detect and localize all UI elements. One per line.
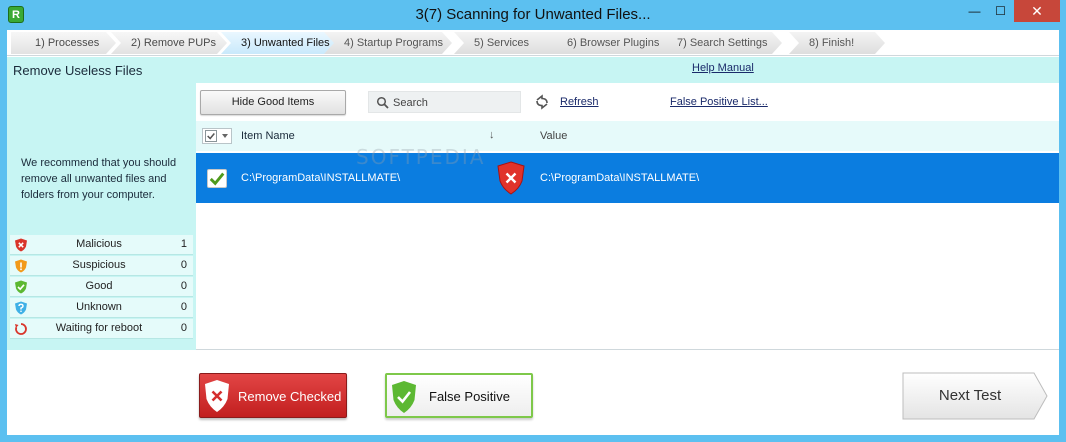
help-manual-link[interactable]: Help Manual [692, 62, 754, 74]
table-row[interactable]: C:\ProgramData\INSTALLMATE\ C:\ProgramDa… [196, 153, 1059, 203]
stat-count: 0 [180, 280, 187, 292]
refresh-link[interactable]: Refresh [560, 96, 599, 108]
column-header-item-name[interactable]: Item Name [241, 130, 295, 142]
wizard-step-search-settings[interactable]: 7) Search Settings [657, 32, 782, 54]
checkbox-box [205, 130, 217, 142]
good-shield-icon [392, 381, 416, 413]
reboot-icon [15, 323, 27, 335]
unknown-shield-icon [15, 301, 27, 315]
stat-label: Good [85, 280, 113, 292]
false-positive-button[interactable]: False Positive [385, 373, 533, 418]
title-bar: R 3(7) Scanning for Unwanted Files... — … [0, 0, 1066, 30]
row-checkbox[interactable] [207, 169, 227, 188]
hide-good-items-button[interactable]: Hide Good Items [200, 90, 346, 115]
wizard-step-finish[interactable]: 8) Finish! [789, 32, 885, 54]
stat-label: Unknown [76, 301, 122, 313]
summary-panel: We recommend that you should remove all … [7, 83, 196, 350]
main-frame: 1) Processes 2) Remove PUPs 3) Unwanted … [7, 30, 1059, 435]
action-bar: Remove Checked False Positive Next Test [7, 351, 1059, 435]
malicious-shield-icon [497, 161, 525, 195]
good-shield-icon [15, 280, 27, 294]
watermark-text: SOFTPEDIA [356, 145, 486, 169]
check-icon [209, 172, 225, 186]
wizard-step-unwanted-files[interactable]: 3) Unwanted Files [221, 32, 339, 54]
recommendation-text: We recommend that you should remove all … [21, 157, 177, 201]
stat-label: Malicious [76, 238, 122, 250]
stat-label: Waiting for reboot [55, 322, 143, 334]
remove-checked-button[interactable]: Remove Checked [199, 373, 347, 418]
next-test-button[interactable]: Next Test [902, 372, 1048, 420]
row-item-name: C:\ProgramData\INSTALLMATE\ [241, 172, 401, 184]
stat-row-good: Good 0 [10, 277, 193, 297]
close-button[interactable]: ✕ [1014, 0, 1060, 22]
wizard-step-remove-pups[interactable]: 2) Remove PUPs [111, 32, 227, 54]
check-icon [207, 133, 215, 140]
table-header: Item Name ↓ Value [196, 121, 1059, 151]
search-box[interactable] [368, 91, 521, 113]
chevron-down-icon[interactable] [222, 134, 228, 138]
malicious-shield-icon [15, 238, 27, 252]
wizard-step-processes[interactable]: 1) Processes [11, 32, 116, 54]
row-value: C:\ProgramData\INSTALLMATE\ [540, 172, 700, 184]
stat-row-waiting-reboot: Waiting for reboot 0 [10, 319, 193, 339]
stat-label: Suspicious [72, 259, 126, 271]
select-all-checkbox[interactable] [202, 128, 232, 144]
search-input[interactable] [393, 94, 517, 111]
malicious-shield-icon [205, 380, 229, 412]
stat-row-malicious: Malicious 1 [10, 235, 193, 255]
false-positive-list-link[interactable]: False Positive List... [670, 96, 768, 108]
refresh-icon[interactable] [534, 94, 550, 110]
search-icon [376, 96, 389, 109]
suspicious-shield-icon [15, 259, 27, 273]
false-positive-label: False Positive [429, 389, 510, 404]
wizard-steps: 1) Processes 2) Remove PUPs 3) Unwanted … [7, 30, 1059, 56]
stat-count: 0 [180, 322, 187, 334]
stat-row-suspicious: Suspicious 0 [10, 256, 193, 276]
next-test-label: Next Test [938, 387, 1002, 404]
sort-arrow-icon[interactable]: ↓ [489, 129, 495, 141]
column-header-value[interactable]: Value [540, 130, 567, 142]
stat-count: 1 [180, 238, 187, 250]
stat-count: 0 [180, 301, 187, 313]
window-title: 3(7) Scanning for Unwanted Files... [415, 6, 651, 23]
stat-row-unknown: Unknown 0 [10, 298, 193, 318]
wizard-step-startup-programs[interactable]: 4) Startup Programs [324, 32, 452, 54]
stat-count: 0 [180, 259, 187, 271]
section-title: Remove Useless Files [13, 63, 143, 78]
remove-checked-label: Remove Checked [238, 389, 342, 404]
results-toolbar: Hide Good Items Refresh False Positive L… [196, 83, 1059, 121]
minimize-button[interactable]: — [962, 0, 987, 22]
section-header: Remove Useless Files Help Manual [7, 57, 1059, 83]
maximize-button[interactable]: ☐ [988, 0, 1013, 22]
wizard-step-browser-plugins[interactable]: 6) Browser Plugins [547, 32, 672, 54]
results-area: Hide Good Items Refresh False Positive L… [196, 83, 1059, 350]
